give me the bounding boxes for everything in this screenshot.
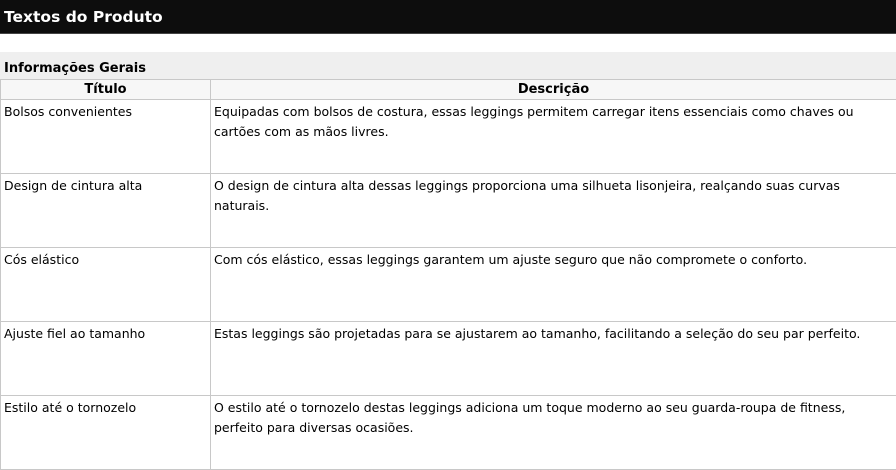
row-description-cell[interactable]: O design de cintura alta dessas leggings… bbox=[210, 173, 896, 248]
row-title-cell[interactable]: Cós elástico bbox=[0, 247, 211, 322]
column-header-title: Título bbox=[0, 79, 211, 100]
table-row: Bolsos convenientes Equipadas com bolsos… bbox=[0, 99, 896, 174]
table-row: Ajuste fiel ao tamanho Estas leggings sã… bbox=[0, 321, 896, 396]
column-header-description: Descrição bbox=[210, 79, 896, 100]
table-header-row: Título Descrição bbox=[0, 79, 896, 100]
section-title: Informações Gerais bbox=[0, 52, 896, 79]
row-description-cell[interactable]: O estilo até o tornozelo destas leggings… bbox=[210, 395, 896, 470]
spacer bbox=[0, 34, 896, 52]
product-texts-table: Título Descrição Bolsos convenientes Equ… bbox=[0, 79, 896, 470]
row-title-cell[interactable]: Design de cintura alta bbox=[0, 173, 211, 248]
table-row: Estilo até o tornozelo O estilo até o to… bbox=[0, 395, 896, 470]
row-description-cell[interactable]: Com cós elástico, essas leggings garante… bbox=[210, 247, 896, 322]
table-row: Design de cintura alta O design de cintu… bbox=[0, 173, 896, 248]
row-title-cell[interactable]: Ajuste fiel ao tamanho bbox=[0, 321, 211, 396]
table-row: Cós elástico Com cós elástico, essas leg… bbox=[0, 247, 896, 322]
row-description-cell[interactable]: Equipadas com bolsos de costura, essas l… bbox=[210, 99, 896, 174]
row-title-cell[interactable]: Estilo até o tornozelo bbox=[0, 395, 211, 470]
row-title-cell[interactable]: Bolsos convenientes bbox=[0, 99, 211, 174]
page-title: Textos do Produto bbox=[0, 0, 896, 34]
row-description-cell[interactable]: Estas leggings são projetadas para se aj… bbox=[210, 321, 896, 396]
